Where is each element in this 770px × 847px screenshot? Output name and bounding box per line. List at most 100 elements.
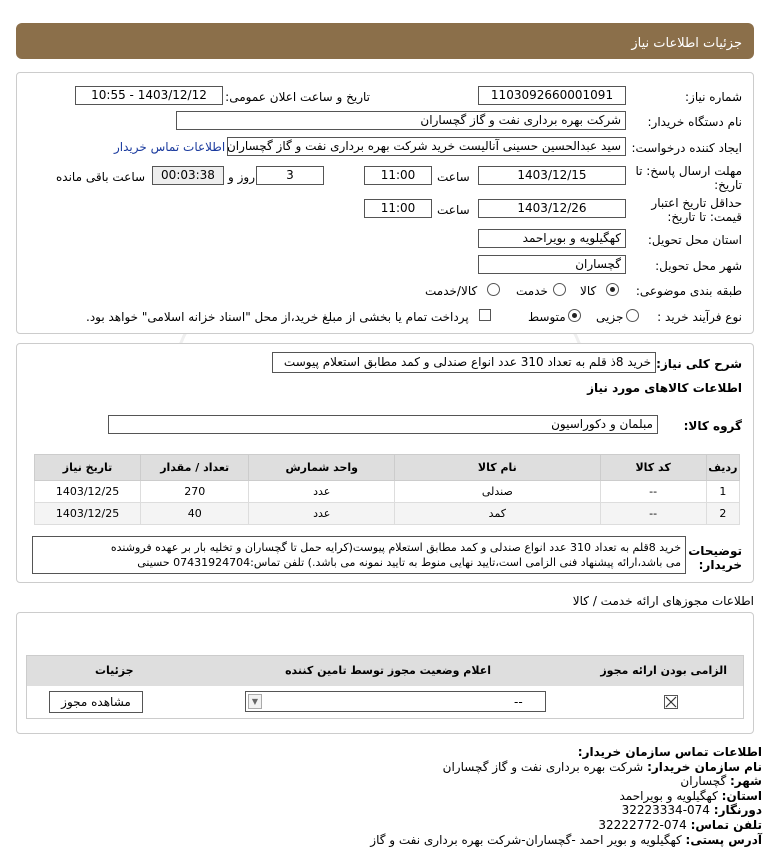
category-service-radio[interactable] — [553, 283, 566, 296]
required-checkbox — [664, 695, 678, 709]
contact-fax-value: 074-32223334 — [621, 803, 710, 818]
contact-title: اطلاعات تماس سازمان خریدار: — [577, 745, 762, 759]
city-field: گچساران — [478, 255, 626, 274]
col-date: تاریخ نیاز — [33, 454, 142, 481]
need-number-label: شماره نیاز: — [685, 90, 742, 104]
remaining-time-field: 00:03:38 — [152, 166, 224, 185]
deadline-time-label: ساعت — [437, 170, 470, 184]
process-partial-label: جزیی — [596, 310, 624, 324]
process-partial-radio[interactable] — [626, 309, 639, 322]
days-label: روز و — [228, 170, 255, 184]
category-service-label: خدمت — [516, 284, 548, 298]
cell-qty: 270 — [140, 480, 250, 503]
process-medium-radio[interactable] — [568, 309, 581, 322]
col-unit: واحد شمارش — [248, 454, 396, 481]
buyer-field: شرکت بهره برداری نفت و گاز گچساران — [176, 111, 626, 130]
need-number-field: 1103092660001091 — [478, 86, 626, 105]
cell-unit: عدد — [248, 480, 396, 503]
col-row: ردیف — [705, 454, 741, 481]
deadline-time-field: 11:00 — [364, 166, 432, 185]
creator-label: ایجاد کننده درخواست: — [631, 141, 742, 155]
page-header: جزئیات اطلاعات نیاز — [16, 23, 754, 59]
remaining-label: ساعت باقی مانده — [56, 170, 146, 184]
contact-address-label: آدرس پستی: — [685, 832, 762, 847]
contact-address-value: کهگیلویه و بویر احمد -گچساران-شرکت بهره … — [370, 832, 682, 847]
goods-group-label: گروه کالا: — [683, 419, 742, 433]
page-title: جزئیات اطلاعات نیاز — [631, 36, 742, 51]
col-name: نام کالا — [394, 454, 601, 481]
category-goods-label: کالا — [580, 284, 597, 298]
contact-section: اطلاعات تماس سازمان خریدار: نام سازمان خ… — [22, 745, 762, 847]
province-label: استان محل تحویل: — [647, 233, 742, 247]
contact-city-label: شهر: — [730, 774, 762, 789]
contact-phone-label: تلفن تماس: — [690, 817, 762, 832]
notes-box: خرید 8قلم به تعداد 310 عدد انواع صندلی و… — [32, 536, 686, 574]
process-label: نوع فرآیند خرید : — [657, 310, 742, 324]
deadline-date-field: 1403/12/15 — [478, 166, 626, 185]
validity-date-field: 1403/12/26 — [478, 199, 626, 218]
cell-name: صندلی — [394, 480, 601, 503]
buyer-label: نام دستگاه خریدار: — [647, 115, 743, 129]
cell-code: -- — [599, 502, 707, 525]
process-medium-label: متوسط — [528, 310, 566, 324]
city-label: شهر محل تحویل: — [655, 259, 742, 273]
summary-label: شرح کلی نیاز: — [656, 357, 742, 371]
goods-table: ردیف کد کالا نام کالا واحد شمارش تعداد /… — [33, 454, 741, 525]
deadline-label-2: تاریخ: — [714, 178, 742, 192]
col-details: جزئیات — [95, 664, 134, 677]
permit-status-select[interactable]: -- ▼ — [245, 691, 546, 712]
cell-name: کمد — [394, 502, 601, 525]
col-code: کد کالا — [599, 454, 707, 481]
col-status: اعلام وضعیت مجوز توسط تامین کننده — [285, 664, 491, 677]
table-row: 2 -- کمد عدد 40 1403/12/25 — [33, 502, 741, 525]
cell-code: -- — [599, 480, 707, 503]
goods-table-header: ردیف کد کالا نام کالا واحد شمارش تعداد /… — [33, 454, 741, 481]
contact-org-label: نام سازمان خریدار: — [647, 759, 762, 774]
notes-line-1: خرید 8قلم به تعداد 310 عدد انواع صندلی و… — [110, 541, 681, 554]
announce-label: تاریخ و ساعت اعلان عمومی: — [225, 90, 370, 104]
cross-icon — [665, 696, 677, 708]
treasury-note: پرداخت تمام یا بخشی از مبلغ خرید،از محل … — [86, 310, 469, 324]
chevron-down-icon: ▼ — [248, 694, 262, 709]
permits-header: الزامی بودن ارائه مجوز اعلام وضعیت مجوز … — [27, 656, 743, 686]
treasury-checkbox[interactable] — [479, 309, 491, 321]
contact-fax-label: دورنگار: — [713, 803, 762, 818]
notes-label: توضیحات — [688, 544, 742, 558]
validity-label: حداقل تاریخ اعتبار — [651, 196, 742, 210]
notes-line-2: می باشد،ارائه پیشنهاد فنی الزامی است،تای… — [137, 556, 681, 569]
contact-org-value: شرکت بهره برداری نفت و گاز گچساران — [442, 759, 644, 774]
category-goods-radio[interactable] — [606, 283, 619, 296]
goods-section-title: اطلاعات کالاهای مورد نیاز — [587, 381, 742, 395]
permits-section-title: اطلاعات مجوزهای ارائه خدمت / کالا — [572, 594, 754, 608]
cell-unit: عدد — [248, 502, 396, 525]
category-label: طبقه بندی موضوعی: — [635, 284, 742, 298]
contact-city-value: گچساران — [680, 774, 727, 789]
cell-row: 2 — [705, 502, 741, 525]
cell-row: 1 — [705, 480, 741, 503]
col-qty: تعداد / مقدار — [140, 454, 250, 481]
goods-group-field: مبلمان و دکوراسیون — [108, 415, 658, 434]
contact-province-value: کهگیلویه و بویراحمد — [619, 788, 718, 803]
deadline-label: مهلت ارسال پاسخ: تا — [635, 164, 742, 178]
category-both-label: کالا/خدمت — [425, 284, 478, 298]
cell-qty: 40 — [140, 502, 250, 525]
validity-label-2: قیمت: تا تاریخ: — [667, 210, 742, 224]
province-field: کهگیلویه و بویراحمد — [478, 229, 626, 248]
announce-field: 1403/12/12 - 10:55 — [75, 86, 223, 105]
cell-date: 1403/12/25 — [33, 480, 142, 503]
buyer-contact-link[interactable]: اطلاعات تماس خریدار — [114, 140, 225, 154]
notes-label-2: خریدار: — [698, 558, 742, 572]
validity-time-field: 11:00 — [364, 199, 432, 218]
category-both-radio[interactable] — [487, 283, 500, 296]
days-field: 3 — [256, 166, 324, 185]
validity-time-label: ساعت — [437, 203, 470, 217]
table-row: 1 -- صندلی عدد 270 1403/12/25 — [33, 480, 741, 503]
cell-date: 1403/12/25 — [33, 502, 142, 525]
contact-phone-value: 074-32222772 — [598, 817, 687, 832]
col-required: الزامی بودن ارائه مجوز — [600, 664, 727, 677]
view-permit-button[interactable]: مشاهده مجوز — [49, 691, 143, 713]
summary-field: خرید 8ذ قلم به تعداد 310 عدد انواع صندلی… — [272, 352, 656, 373]
permit-status-value: -- — [514, 695, 523, 709]
contact-province-label: استان: — [721, 788, 762, 803]
creator-field: سید عبدالحسین حسینی آنالیست خرید شرکت به… — [227, 137, 626, 156]
